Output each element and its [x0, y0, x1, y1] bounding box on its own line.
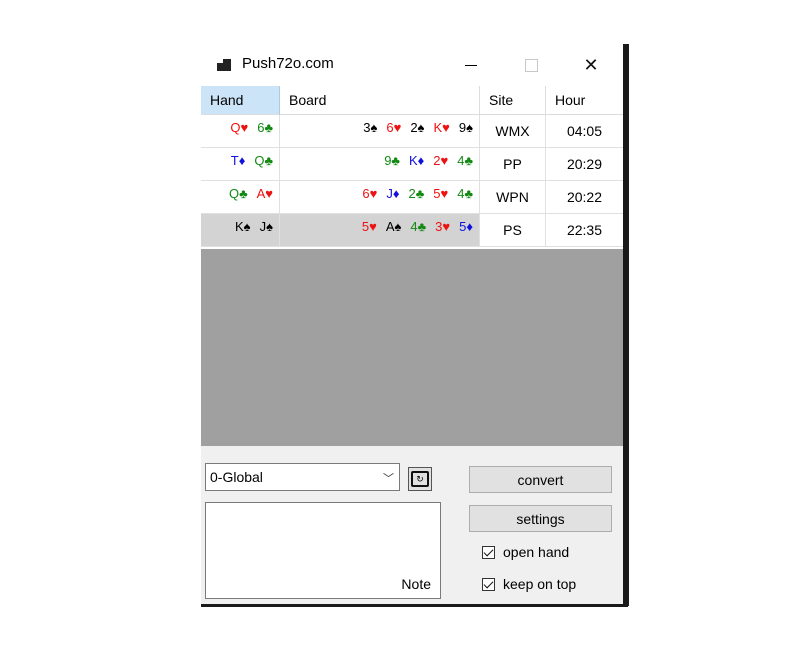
- playing-card: Q♣: [254, 152, 273, 168]
- checkbox-checked-icon: [482, 577, 495, 591]
- playing-card: T♦: [230, 152, 246, 168]
- hand-cell-cards: Q♣ A♥: [229, 181, 273, 205]
- keep-on-top-checkbox[interactable]: keep on top: [482, 575, 576, 593]
- convert-button[interactable]: convert: [469, 466, 612, 493]
- playing-card: 3♥: [435, 218, 451, 234]
- board-cell[interactable]: 5♥ A♠ 4♣ 3♥ 5♦: [280, 214, 480, 247]
- playing-card: J♦: [386, 185, 400, 201]
- column-header-site[interactable]: Site: [480, 86, 546, 115]
- window-border: [623, 44, 628, 606]
- playing-card: K♥: [433, 119, 450, 135]
- hand-cell-cards: Q♥ 6♣: [230, 115, 273, 139]
- playing-card: 5♦: [459, 218, 473, 234]
- playing-card: 2♠: [410, 119, 425, 135]
- site-cell[interactable]: WMX: [480, 115, 546, 148]
- playing-card: 9♠: [458, 119, 473, 135]
- hand-cell[interactable]: Q♣ A♥: [201, 181, 280, 214]
- playing-card: J♠: [259, 218, 273, 234]
- board-cell[interactable]: 6♥ J♦ 2♣ 5♥ 4♣: [280, 181, 480, 214]
- hand-cell-cards: K♠ J♠: [235, 214, 273, 238]
- note-label: Note: [401, 576, 431, 592]
- playing-card: Q♥: [230, 119, 249, 135]
- playing-card: 6♣: [257, 119, 273, 135]
- hand-cell[interactable]: K♠ J♠: [201, 214, 280, 247]
- hand-cell[interactable]: Q♥ 6♣: [201, 115, 280, 148]
- table-row[interactable]: K♠ J♠ 5♥ A♠ 4♣ 3♥ 5♦ PS 22:35: [201, 214, 623, 247]
- hour-cell[interactable]: 20:29: [546, 148, 623, 181]
- playing-card: K♠: [235, 218, 251, 234]
- playing-card: Q♣: [228, 185, 248, 201]
- playing-card: 2♣: [408, 185, 425, 201]
- window-border: [201, 604, 628, 607]
- close-icon: ✕: [583, 55, 599, 75]
- site-cell[interactable]: WPN: [480, 181, 546, 214]
- hour-cell[interactable]: 20:22: [546, 181, 623, 214]
- playing-card: K♦: [408, 152, 425, 168]
- column-header-hand[interactable]: Hand: [201, 86, 280, 115]
- board-cell-cards: 3♠ 6♥ 2♠ K♥ 9♠: [363, 115, 473, 139]
- board-cell[interactable]: 9♣ K♦ 2♥ 4♣: [280, 148, 480, 181]
- playing-card: 4♣: [457, 185, 473, 201]
- maximize-icon: [524, 58, 538, 72]
- playing-card: 5♥: [361, 218, 377, 234]
- note-textarea[interactable]: Note: [205, 502, 441, 599]
- board-cell-cards: 9♣ K♦ 2♥ 4♣: [384, 148, 473, 172]
- app-window: Push72o.com ✕ Hand Board Site Hour Q♥ 6♣ 3…: [201, 44, 627, 606]
- table-empty-area: [201, 249, 623, 446]
- site-cell[interactable]: PS: [480, 214, 546, 247]
- chevron-down-icon: ﹀: [383, 473, 394, 485]
- profile-select-value: 0-Global: [210, 469, 263, 485]
- checkbox-checked-icon: [482, 545, 495, 559]
- open-hand-label: open hand: [503, 544, 570, 560]
- app-icon: [217, 57, 233, 73]
- maximize-button[interactable]: [503, 44, 559, 86]
- board-cell-cards: 6♥ J♦ 2♣ 5♥ 4♣: [362, 181, 473, 205]
- open-hand-checkbox[interactable]: open hand: [482, 543, 569, 561]
- table-row[interactable]: Q♣ A♥ 6♥ J♦ 2♣ 5♥ 4♣ WPN 20:22: [201, 181, 623, 214]
- site-cell[interactable]: PP: [480, 148, 546, 181]
- playing-card: A♠: [385, 218, 402, 234]
- minimize-button[interactable]: [443, 44, 499, 86]
- playing-card: 4♣: [457, 152, 473, 168]
- board-cell-cards: 5♥ A♠ 4♣ 3♥ 5♦: [362, 214, 473, 238]
- title-bar[interactable]: Push72o.com ✕: [201, 44, 623, 86]
- hour-cell[interactable]: 22:35: [546, 214, 623, 247]
- playing-card: 6♥: [362, 185, 378, 201]
- playing-card: 9♣: [384, 152, 400, 168]
- controls-panel: 0-Global ﹀ ↻ Note convert settings open …: [201, 446, 623, 606]
- table-row[interactable]: T♦ Q♣ 9♣ K♦ 2♥ 4♣ PP 20:29: [201, 148, 623, 181]
- settings-button[interactable]: settings: [469, 505, 612, 532]
- window-title: Push72o.com: [242, 55, 334, 72]
- playing-card: 6♥: [386, 119, 402, 135]
- playing-card: 5♥: [433, 185, 449, 201]
- playing-card: A♥: [256, 185, 273, 201]
- board-cell[interactable]: 3♠ 6♥ 2♠ K♥ 9♠: [280, 115, 480, 148]
- close-button[interactable]: ✕: [563, 44, 619, 86]
- column-header-hour[interactable]: Hour: [546, 86, 623, 115]
- hour-cell[interactable]: 04:05: [546, 115, 623, 148]
- playing-card: 4♣: [410, 218, 427, 234]
- table-row[interactable]: Q♥ 6♣ 3♠ 6♥ 2♠ K♥ 9♠ WMX 04:05: [201, 115, 623, 148]
- playing-card: 2♥: [433, 152, 449, 168]
- refresh-button[interactable]: ↻: [408, 467, 432, 491]
- hand-cell-cards: T♦ Q♣: [231, 148, 273, 172]
- refresh-icon: ↻: [411, 471, 429, 487]
- column-header-board[interactable]: Board: [280, 86, 480, 115]
- hand-cell[interactable]: T♦ Q♣: [201, 148, 280, 181]
- profile-select[interactable]: 0-Global ﹀: [205, 463, 400, 491]
- minimize-icon: [465, 64, 477, 66]
- playing-card: 3♠: [363, 119, 378, 135]
- keep-on-top-label: keep on top: [503, 576, 577, 592]
